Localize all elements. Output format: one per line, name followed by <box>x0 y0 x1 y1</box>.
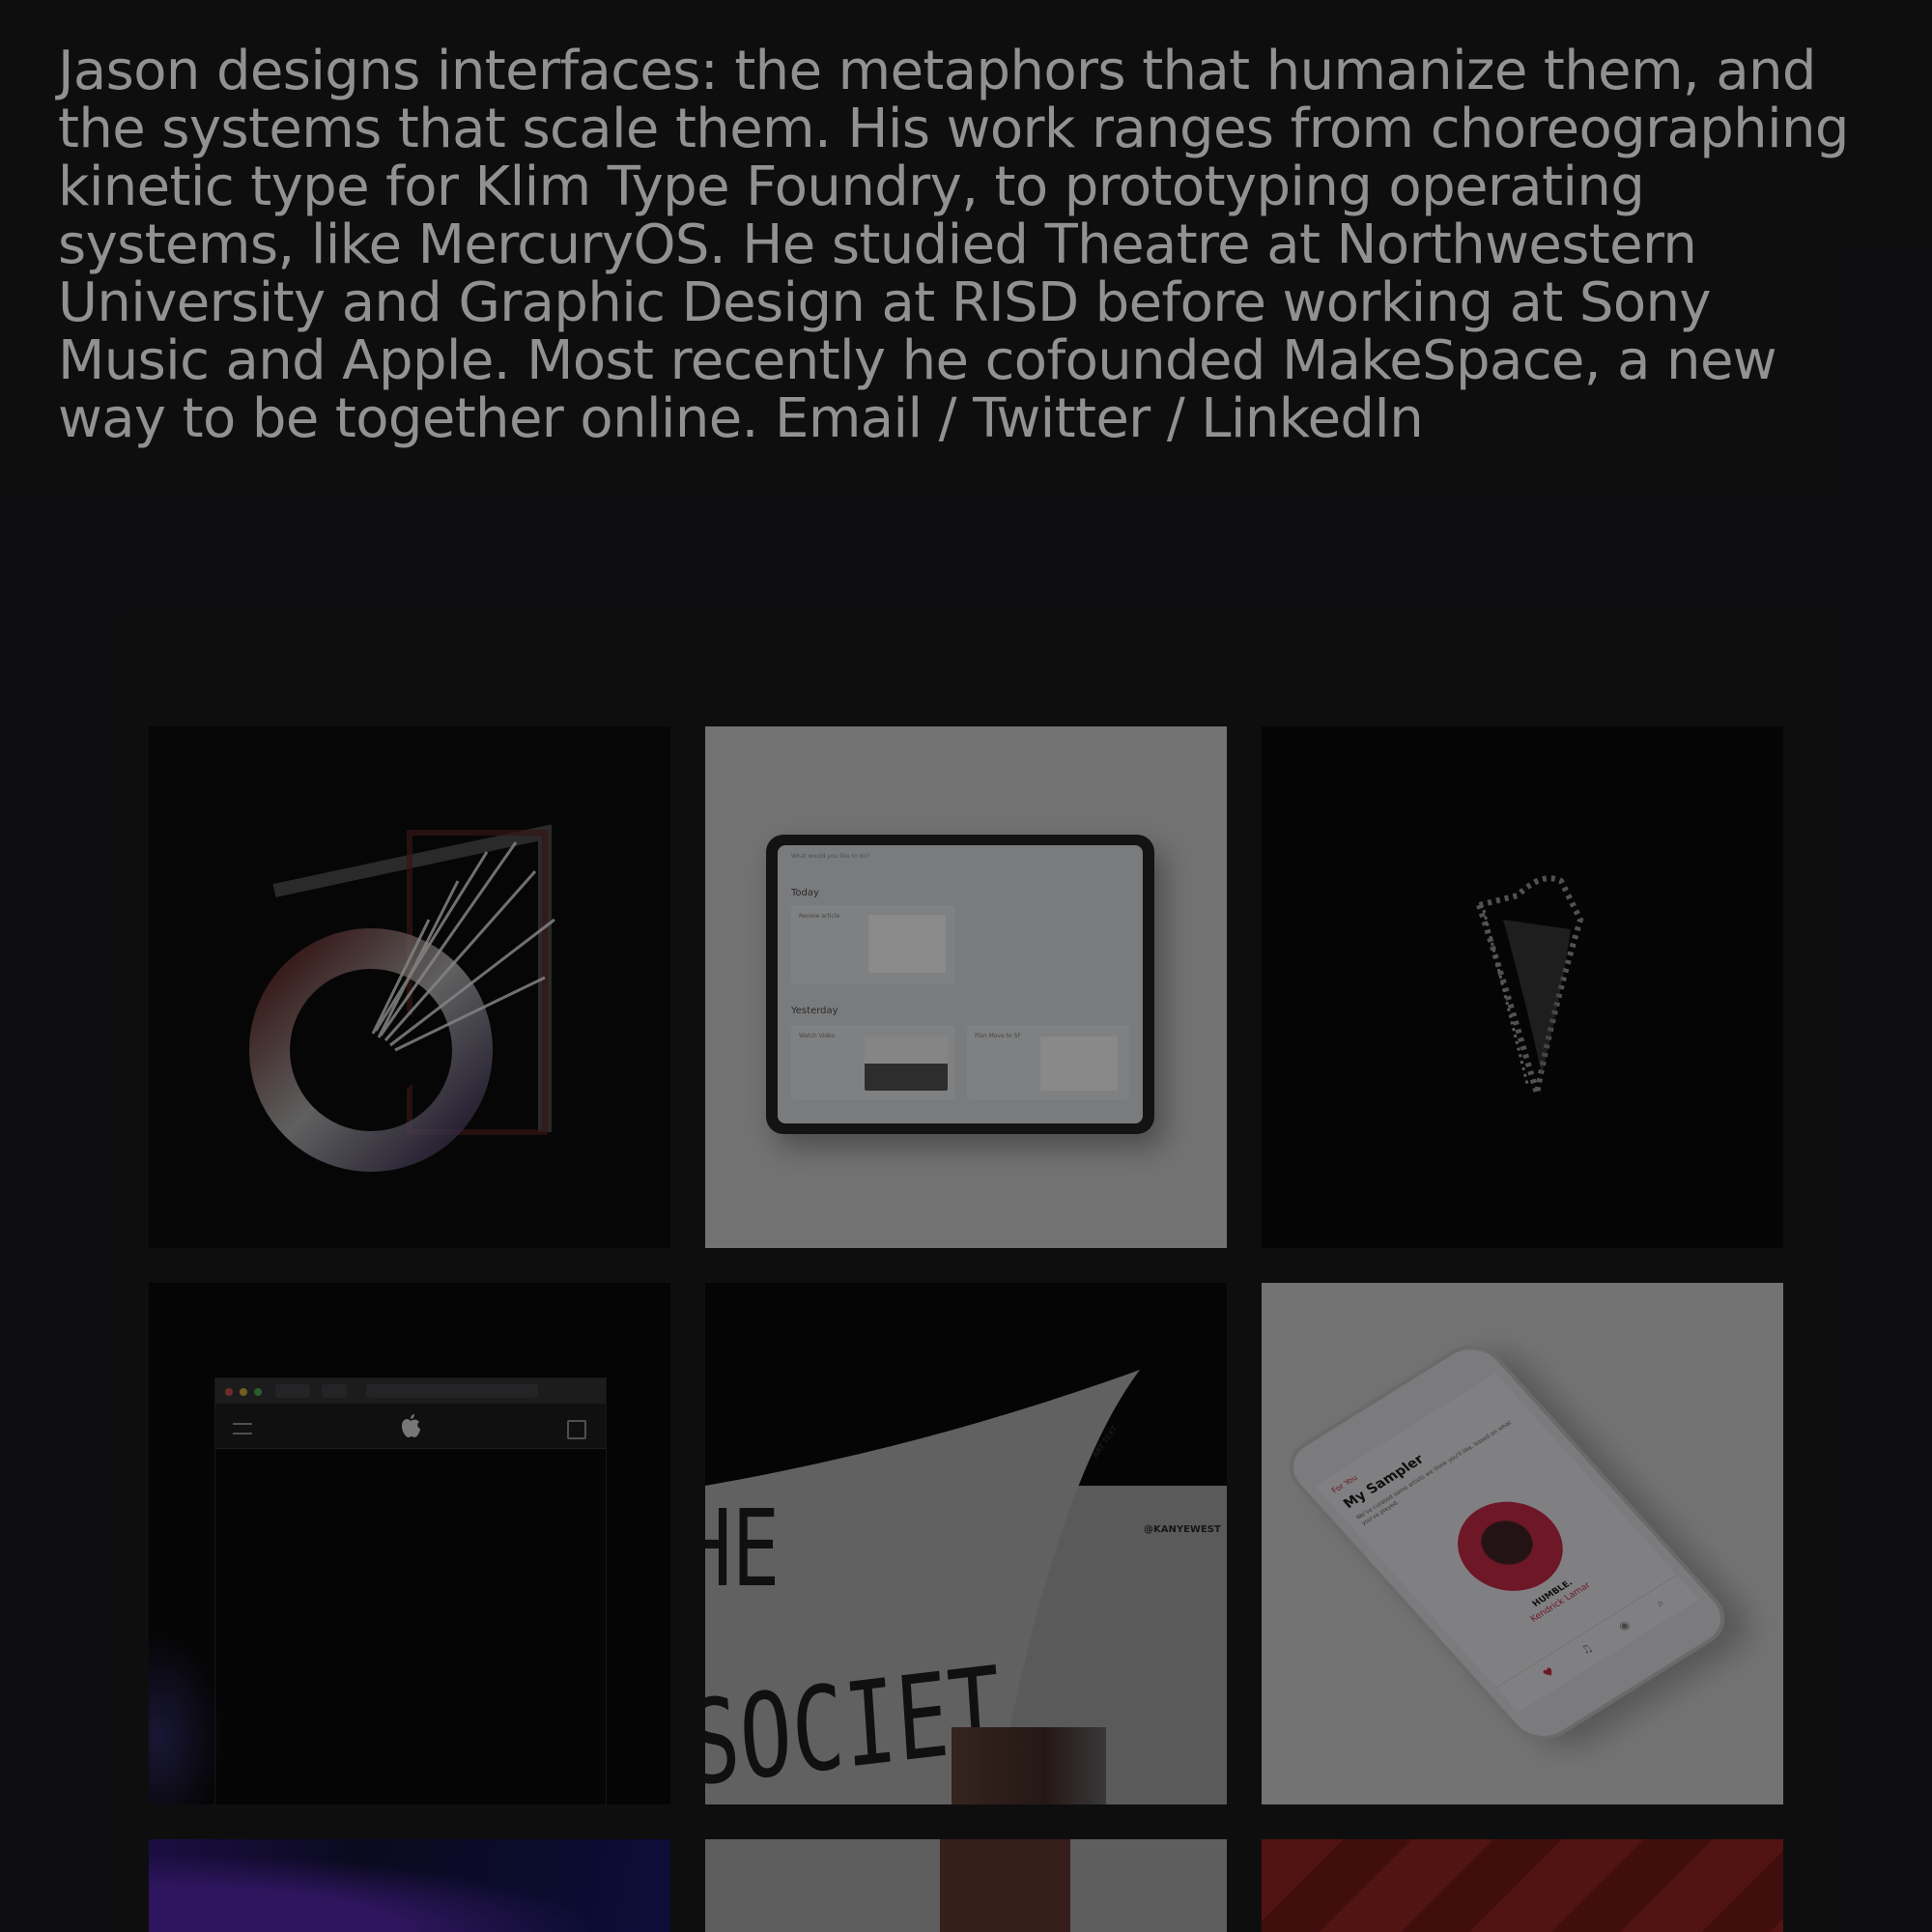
bag-icon[interactable] <box>567 1420 586 1439</box>
ipad-screen: What would you like to do? Today Review … <box>778 845 1143 1123</box>
poster-graphic <box>705 1839 1227 1932</box>
ipad-card: Watch Video <box>791 1025 955 1100</box>
apple-logo-icon[interactable] <box>400 1413 421 1438</box>
ipad-card-title: Watch Video <box>799 1033 836 1039</box>
project-tile-kanye-poster[interactable]: @KANYEWEST HE SOCIET ART TEXT <box>705 1283 1227 1804</box>
music-note-icon[interactable]: ♫ <box>1577 1641 1596 1657</box>
ipad-card-title: Review article <box>799 913 840 920</box>
ipad-device: What would you like to do? Today Review … <box>766 835 1154 1134</box>
ipad-today-heading: Today <box>791 888 819 898</box>
ipad-card-thumb <box>1040 1037 1118 1091</box>
close-dot-icon[interactable] <box>225 1388 233 1396</box>
bio-paragraph: Jason designs interfaces: the metaphors … <box>58 43 1874 448</box>
project-tile-mercuryos[interactable]: What would you like to do? Today Review … <box>705 726 1227 1248</box>
link-separator: / <box>1166 387 1185 450</box>
link-separator: / <box>938 387 957 450</box>
sidebar-toggle-icon[interactable] <box>322 1384 347 1398</box>
radio-icon[interactable]: ◉ <box>1615 1618 1633 1634</box>
project-tile-particle-type[interactable] <box>1262 726 1783 1248</box>
menu-icon[interactable] <box>233 1423 252 1435</box>
project-tile-poster-continued[interactable] <box>705 1839 1227 1932</box>
ipad-card-title: Plan Move to SF <box>975 1033 1021 1039</box>
project-tile-kinetic-type[interactable] <box>149 726 670 1248</box>
iphone-screen: For You My Sampler We've curated some ar… <box>1315 1373 1699 1713</box>
glow-graphic <box>149 1631 226 1804</box>
gradient-graphic <box>149 1839 670 1932</box>
ipad-prompt: What would you like to do? <box>791 853 870 860</box>
ipad-yesterday-heading: Yesterday <box>791 1006 838 1016</box>
red-pattern-graphic <box>1262 1839 1783 1932</box>
heart-icon[interactable]: ♥ <box>1540 1664 1558 1680</box>
project-tile-apple-web[interactable] <box>149 1283 670 1804</box>
poster-color-block <box>952 1727 1106 1804</box>
email-link[interactable]: Email <box>775 387 923 450</box>
browser-window <box>214 1378 607 1804</box>
ipad-card: Plan Move to SF <box>967 1025 1129 1100</box>
site-navbar <box>215 1404 606 1449</box>
address-bar[interactable] <box>366 1384 538 1398</box>
back-forward-icon[interactable] <box>275 1384 310 1398</box>
project-tile-apple-music[interactable]: For You My Sampler We've curated some ar… <box>1262 1283 1783 1804</box>
particle-letter-graphic <box>1475 875 1584 1094</box>
project-tile-red[interactable] <box>1262 1839 1783 1932</box>
linkedin-link[interactable]: LinkedIn <box>1201 387 1424 450</box>
project-tile-gradient[interactable] <box>149 1839 670 1932</box>
poster-headline: HE <box>705 1487 781 1610</box>
search-icon[interactable]: ⌕ <box>1653 1596 1668 1610</box>
ipad-card-thumb <box>868 915 946 973</box>
ipad-card: Review article <box>791 905 955 984</box>
browser-toolbar <box>215 1378 606 1404</box>
iphone-device: For You My Sampler We've curated some ar… <box>1274 1334 1740 1751</box>
tab-bar: ♥ ♫ ◉ ⌕ <box>1495 1575 1697 1710</box>
kinetic-numeral-graphic <box>249 824 555 1172</box>
maximize-dot-icon[interactable] <box>254 1388 262 1396</box>
ipad-card-photo <box>865 1037 948 1091</box>
twitter-link[interactable]: Twitter <box>973 387 1151 450</box>
minimize-dot-icon[interactable] <box>240 1388 247 1396</box>
